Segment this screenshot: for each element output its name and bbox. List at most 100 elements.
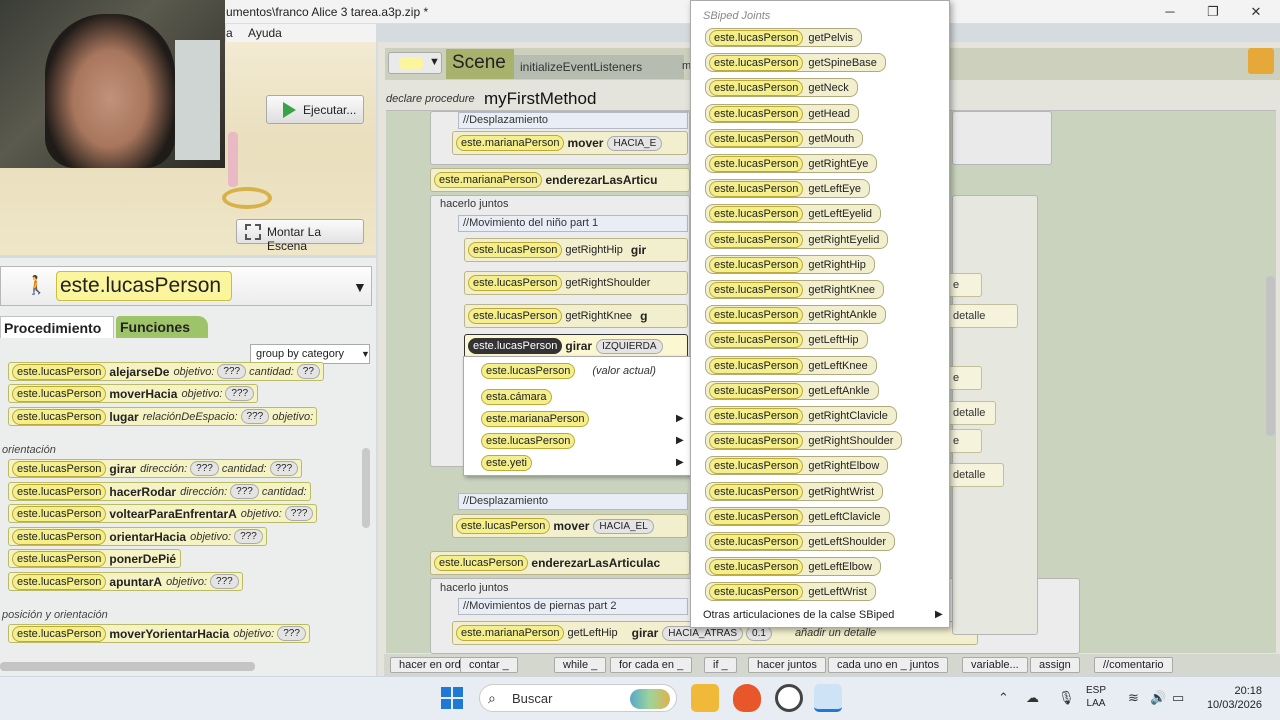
procedure-row[interactable]: este.lucasPerson lugar relaciónDeEspacio:?… — [8, 407, 318, 426]
chevron-up-icon[interactable]: ⌃ — [998, 690, 1009, 706]
editor-scrollbar[interactable] — [1266, 276, 1275, 436]
setup-scene-button[interactable]: Montar La Escena — [236, 219, 364, 253]
joints-menu-more[interactable]: Otras articulaciones de la calse SBiped — [703, 609, 894, 621]
tab-procedures[interactable]: Procedimiento — [0, 316, 114, 338]
joint-item-getRightAnkle[interactable]: este.lucasPerson getRightAnkle — [705, 305, 886, 324]
argument-value[interactable]: IZQUIERDA — [596, 338, 663, 354]
procedure-row[interactable]: este.lucasPerson apuntarA objetivo:??? — [8, 572, 243, 591]
folder-icon[interactable] — [1248, 48, 1274, 74]
horizontal-scrollbar[interactable] — [0, 662, 255, 671]
submenu-item[interactable]: este.lucasPerson (valor actual) — [478, 363, 683, 381]
comment-block[interactable]: //Movimientos de piernas part 2 — [458, 598, 688, 615]
ghost-partial[interactable]: e — [946, 273, 982, 297]
object-pill[interactable]: este.marianaPerson — [434, 172, 543, 188]
submenu-item[interactable]: este.yeti ▶ — [478, 455, 684, 473]
add-detail-ghost[interactable]: detalle — [946, 463, 1004, 487]
control-block-button[interactable]: if _ — [704, 657, 737, 673]
volume-icon[interactable]: 🔊 — [1150, 690, 1166, 706]
code-line-right-knee[interactable]: este.lucasPerson getRightKnee g — [464, 304, 688, 328]
joint-item-getLeftEye[interactable]: este.lucasPerson getLeftEye — [705, 179, 870, 198]
argument-value[interactable]: HACIA_EL — [593, 518, 654, 534]
object-pill[interactable]: este.lucasPerson — [12, 573, 107, 590]
add-detail-ghost[interactable]: detalle — [946, 401, 996, 425]
object-pill[interactable]: este.marianaPerson — [456, 135, 565, 151]
control-block-button[interactable]: assign — [1030, 657, 1080, 673]
parameter-value[interactable]: ??? — [217, 364, 247, 379]
joint-item-getHead[interactable]: este.lucasPerson getHead — [705, 104, 859, 123]
ghost-partial[interactable]: e — [946, 429, 982, 453]
procedure-row[interactable]: este.lucasPerson girar dirección:??? cantid… — [8, 459, 303, 478]
menu-item-partial[interactable]: a — [226, 24, 233, 42]
run-button[interactable]: Ejecutar... — [266, 95, 364, 124]
add-detail-link[interactable]: añadir un detalle — [795, 627, 876, 639]
object-pill[interactable]: este.lucasPerson — [456, 518, 551, 534]
control-block-button[interactable]: cada uno en _ juntos — [828, 657, 949, 673]
joint-item-getLeftShoulder[interactable]: este.lucasPerson getLeftShoulder — [705, 532, 896, 551]
object-pill[interactable]: este.lucasPerson — [12, 460, 107, 477]
obs-icon[interactable] — [775, 684, 803, 712]
onedrive-icon[interactable]: ☁ — [1026, 690, 1039, 706]
parameter-value[interactable]: ??? — [240, 409, 270, 424]
brave-browser-icon[interactable] — [733, 684, 761, 712]
parameter-value[interactable]: ?? — [296, 364, 320, 379]
object-pill-selected[interactable]: este.lucasPerson — [468, 338, 563, 354]
object-selector[interactable]: 🚶 este.lucasPerson ▼ — [0, 266, 372, 306]
wifi-icon[interactable]: ≋ — [1128, 690, 1139, 706]
procedure-row[interactable]: este.lucasPerson moverHacia objetivo:??? — [8, 384, 259, 403]
comment-block[interactable]: //Desplazamiento — [458, 493, 688, 510]
language-indicator[interactable]: ESP LAA — [1086, 684, 1106, 710]
joint-item-getRightEye[interactable]: este.lucasPerson getRightEye — [705, 154, 878, 173]
joint-item-getPelvis[interactable]: este.lucasPerson getPelvis — [705, 28, 863, 47]
submenu-item[interactable]: este.lucasPerson ▶ — [478, 433, 684, 451]
procedure-row[interactable]: este.lucasPerson ponerDePié — [8, 549, 182, 568]
object-pill[interactable]: este.lucasPerson — [12, 625, 107, 642]
procedure-row[interactable]: este.lucasPerson orientarHacia objetivo:??… — [8, 527, 267, 546]
close-button[interactable]: ✕ — [1242, 2, 1270, 22]
object-pill[interactable]: este.lucasPerson — [12, 408, 107, 425]
object-pill[interactable]: este.lucasPerson — [12, 483, 107, 500]
chevron-down-icon[interactable]: ▼ — [353, 279, 367, 295]
control-block-button[interactable]: contar _ — [460, 657, 518, 673]
alice-app-icon[interactable] — [814, 684, 842, 712]
parameter-value[interactable]: ??? — [225, 386, 255, 401]
parameter-value[interactable]: ??? — [230, 484, 259, 499]
object-pill[interactable]: este.lucasPerson — [468, 275, 563, 291]
comment-block[interactable]: //Desplazamiento — [458, 112, 688, 129]
parameter-value[interactable]: ??? — [190, 461, 219, 476]
comment-block[interactable]: //Movimiento del niño part 1 — [458, 215, 688, 232]
code-line-right-shoulder[interactable]: este.lucasPerson getRightShoulder — [464, 271, 688, 295]
procedure-row[interactable]: este.lucasPerson moverYorientarHacia objet… — [8, 624, 310, 643]
battery-icon[interactable]: ▭ — [1172, 690, 1184, 706]
joint-item-getMouth[interactable]: este.lucasPerson getMouth — [705, 129, 864, 148]
windows-start-icon[interactable] — [441, 687, 463, 709]
code-line-turn-right-hip[interactable]: este.lucasPerson getRightHip gir — [464, 238, 688, 262]
type-selector[interactable]: ▼ — [388, 52, 442, 74]
parameter-value[interactable]: ??? — [234, 529, 263, 544]
parameter-value[interactable]: ??? — [284, 506, 314, 521]
joint-item-getLeftKnee[interactable]: este.lucasPerson getLeftKnee — [705, 356, 877, 375]
minimize-button[interactable]: ─ — [1156, 2, 1184, 22]
joint-item-getRightEyelid[interactable]: este.lucasPerson getRightEyelid — [705, 230, 889, 249]
object-pill[interactable]: este.lucasPerson — [12, 550, 107, 567]
parameter-value[interactable]: ??? — [269, 461, 299, 476]
control-block-button[interactable]: while _ — [554, 657, 607, 673]
code-line-move-mariana[interactable]: este.marianaPerson mover HACIA_E — [452, 131, 688, 155]
tab-functions[interactable]: Funciones — [116, 316, 208, 338]
submenu-item[interactable]: este.marianaPerson ▶ — [478, 411, 684, 429]
microphone-icon[interactable]: 🎙 — [1058, 690, 1075, 706]
procedure-row[interactable]: este.lucasPerson hacerRodar dirección:??? c… — [8, 482, 311, 501]
code-line-straighten-lucas[interactable]: este.lucasPerson enderezarLasArticulac — [430, 551, 690, 575]
joint-item-getLeftEyelid[interactable]: este.lucasPerson getLeftEyelid — [705, 204, 881, 223]
file-explorer-icon[interactable] — [691, 684, 719, 712]
code-line-straighten-mariana[interactable]: este.marianaPerson enderezarLasArticu — [430, 168, 690, 192]
parameter-value[interactable]: ??? — [277, 626, 306, 641]
joint-item-getSpineBase[interactable]: este.lucasPerson getSpineBase — [705, 53, 886, 72]
object-pill[interactable]: este.marianaPerson — [456, 625, 565, 641]
argument-value[interactable]: HACIA_E — [607, 135, 663, 151]
ghost-partial[interactable]: e — [946, 366, 982, 390]
add-detail-ghost[interactable]: detalle — [946, 304, 1018, 328]
object-pill[interactable]: este.lucasPerson — [12, 528, 107, 545]
joint-item-getLeftAnkle[interactable]: este.lucasPerson getLeftAnkle — [705, 381, 879, 400]
submenu-item[interactable]: esta.cámara — [478, 389, 683, 407]
object-pill[interactable]: este.lucasPerson — [12, 385, 107, 402]
